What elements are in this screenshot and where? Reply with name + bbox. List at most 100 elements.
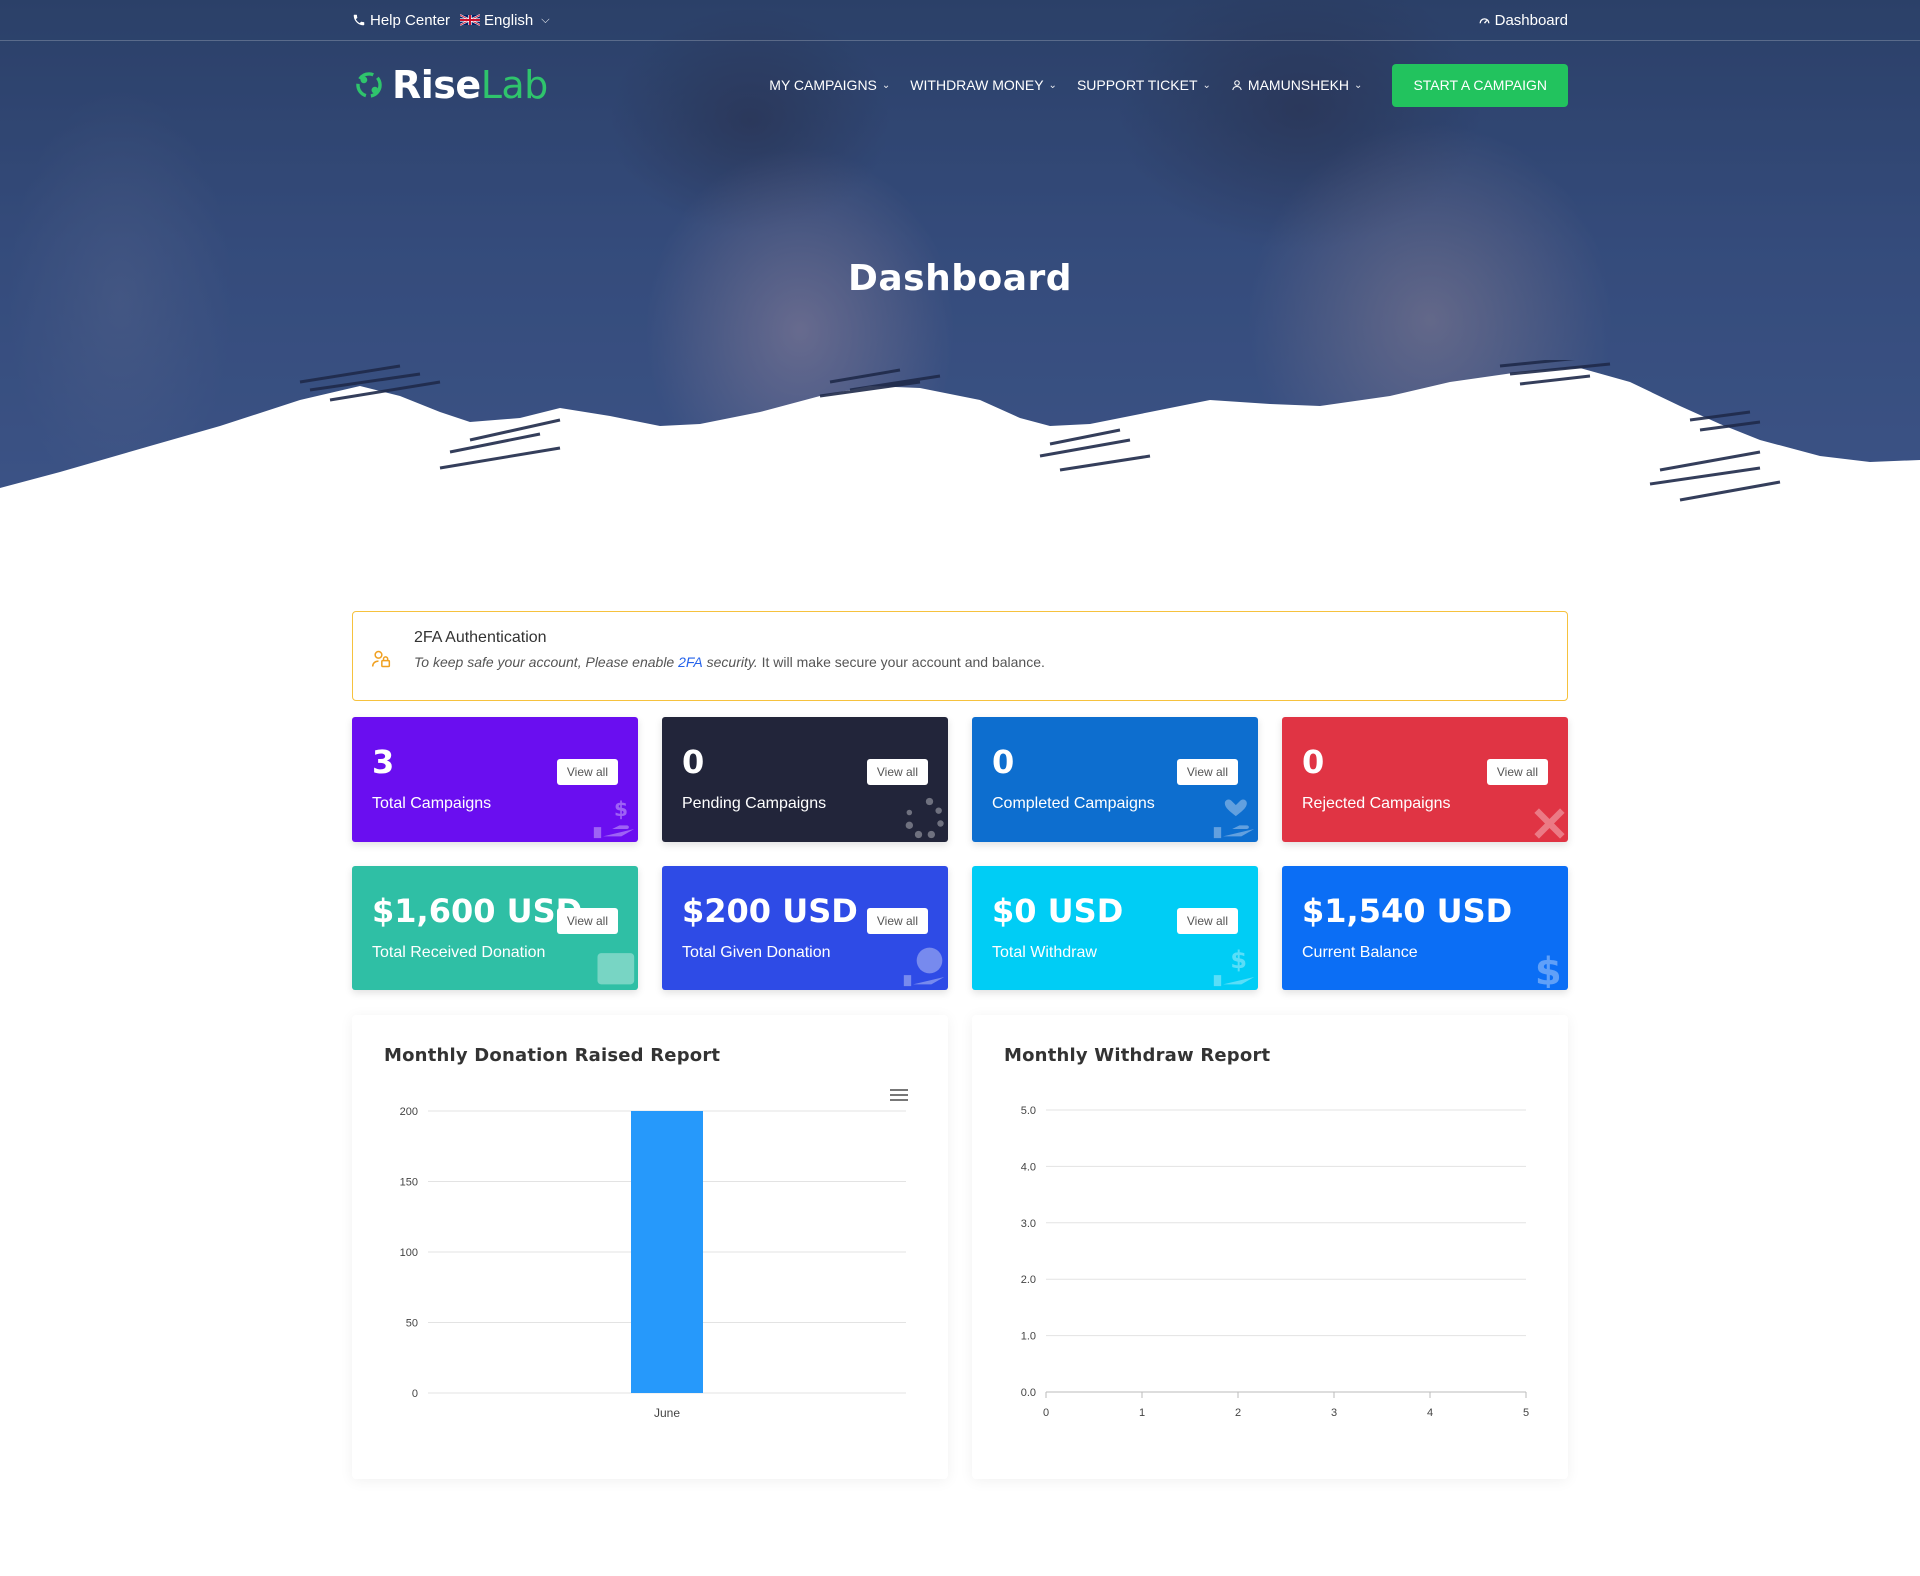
chevron-down-icon: ⌄ <box>881 79 891 91</box>
card-value: 0 <box>992 743 1015 781</box>
y-tick-label: 1.0 <box>1021 1331 1036 1343</box>
alert-text-before: To keep safe your account, Please enable <box>414 654 675 670</box>
hand-dollar-icon: $ <box>1213 946 1255 987</box>
svg-text:$: $ <box>1535 949 1562 988</box>
page-title: Dashboard <box>847 258 1073 299</box>
y-tick-label: 5.0 <box>1021 1105 1036 1117</box>
view-all-button[interactable]: View all <box>556 759 618 785</box>
card-current-balance: $1,540 USD Current Balance $ <box>1282 866 1568 990</box>
enable-2fa-link[interactable]: 2FA <box>678 654 703 670</box>
card-total-withdraw: $0 USD Total Withdraw View all $ <box>972 866 1258 990</box>
wallet-icon <box>597 953 635 985</box>
alert-text-after: It will make secure your account and bal… <box>761 654 1045 670</box>
svg-text:$: $ <box>614 797 628 821</box>
chevron-down-icon: ⌵ <box>541 13 550 26</box>
card-completed-campaigns: 0 Completed Campaigns View all <box>972 717 1258 842</box>
dollar-icon: $ <box>1535 949 1562 988</box>
view-all-button[interactable]: View all <box>866 908 928 934</box>
x-tick-label: 1 <box>1139 1407 1145 1419</box>
user-icon <box>1232 80 1242 91</box>
language-label: English <box>484 11 534 29</box>
chevron-down-icon: ⌄ <box>1202 79 1211 91</box>
card-total-given-donation: $200 USD Total Given Donation View all <box>662 866 948 990</box>
hero-banner: Help Center English ⌵ Dashboard RiseLab … <box>0 0 1920 540</box>
card-value: $1,540 USD <box>1302 892 1513 930</box>
card-value: 3 <box>372 743 395 781</box>
withdraw-chart: 0.0 1.0 2.0 3.0 4.0 5.0 0 1 2 3 4 5 <box>1021 1105 1529 1419</box>
view-all-button[interactable]: View all <box>1176 759 1238 785</box>
withdraw-chart-panel: Monthly Withdraw Report 0.0 1.0 2.0 3.0 4.0 5… <box>972 1015 1568 1479</box>
spinner-icon <box>905 797 944 839</box>
phone-icon <box>353 14 365 26</box>
card-pending-campaigns: 0 Pending Campaigns View all <box>662 717 948 842</box>
user-lock-icon <box>371 650 391 668</box>
card-label: Completed Campaigns <box>992 795 1155 812</box>
hand-money-icon: $ <box>593 797 635 839</box>
hand-heart-icon <box>1213 799 1255 839</box>
card-value: 0 <box>682 743 705 781</box>
alert-description: To keep safe your account, Please enable… <box>414 654 1045 670</box>
gauge-icon <box>1479 17 1490 24</box>
card-label: Current Balance <box>1302 944 1418 961</box>
nav-user-menu[interactable]: MAMUNSHEKH ⌄ <box>1231 77 1363 93</box>
card-rejected-campaigns: 0 Rejected Campaigns View all <box>1282 717 1568 842</box>
nav-user-label: MAMUNSHEKH <box>1247 77 1350 93</box>
donation-chart: 0 50 100 150 200 June <box>400 1106 906 1420</box>
bar <box>631 1111 703 1393</box>
chevron-down-icon: ⌄ <box>1354 79 1363 91</box>
y-tick-label: 2.0 <box>1021 1274 1036 1286</box>
chevron-down-icon: ⌄ <box>1048 79 1057 91</box>
card-label: Total Campaigns <box>372 795 492 812</box>
nav-menu: MY CAMPAIGNS ⌄ WITHDRAW MONEY ⌄ SUPPORT TI… <box>769 63 1568 107</box>
dashboard-link-label: Dashboard <box>1494 11 1568 29</box>
view-all-button[interactable]: View all <box>1176 908 1238 934</box>
main-navbar: RiseLab MY CAMPAIGNS ⌄ WITHDRAW MONEY ⌄ SU… <box>352 60 1568 110</box>
nav-my-campaigns[interactable]: MY CAMPAIGNS ⌄ <box>769 77 890 93</box>
close-icon <box>1534 808 1565 839</box>
donation-chart-panel: Monthly Donation Raised Report 0 50 100 150… <box>352 1015 948 1479</box>
twofa-alert: 2FA Authentication To keep safe your acc… <box>352 611 1568 701</box>
card-label: Total Received Donation <box>372 944 546 961</box>
y-tick-label: 50 <box>406 1318 418 1330</box>
language-selector[interactable]: English ⌵ <box>460 12 550 29</box>
card-label: Pending Campaigns <box>682 795 827 812</box>
logo-rise: Rise <box>392 63 481 107</box>
nav-my-campaigns-label: MY CAMPAIGNS <box>769 77 877 93</box>
y-tick-label: 100 <box>400 1247 418 1259</box>
card-value: 0 <box>1302 743 1325 781</box>
y-tick-label: 200 <box>400 1106 418 1118</box>
alert-text-italic-after: security. <box>706 654 758 670</box>
view-all-button[interactable]: View all <box>866 759 928 785</box>
y-tick-label: 0 <box>412 1388 418 1400</box>
uk-flag-icon <box>460 14 481 26</box>
x-tick-label: 4 <box>1427 1407 1433 1419</box>
nav-support-ticket[interactable]: SUPPORT TICKET ⌄ <box>1077 77 1211 93</box>
help-center-link[interactable]: Help Center <box>352 12 450 29</box>
stat-cards: 3 Total Campaigns View all $ 0 Pending C… <box>352 717 1568 990</box>
help-center-label: Help Center <box>370 11 451 29</box>
x-tick-label: June <box>654 1406 680 1420</box>
x-tick-label: 3 <box>1331 1407 1337 1419</box>
nav-withdraw-money[interactable]: WITHDRAW MONEY ⌄ <box>910 77 1057 93</box>
card-value: $1,600 USD <box>372 892 583 930</box>
x-tick-label: 2 <box>1235 1407 1241 1419</box>
card-value: $0 USD <box>992 892 1124 930</box>
start-campaign-button[interactable]: START A CAMPAIGN <box>1392 63 1568 107</box>
brush-divider <box>0 360 1920 540</box>
card-total-campaigns: 3 Total Campaigns View all $ <box>352 717 638 842</box>
y-tick-label: 3.0 <box>1021 1218 1036 1230</box>
card-value: $200 USD <box>682 892 858 930</box>
card-total-received-donation: $1,600 USD Total Received Donation View … <box>352 866 638 990</box>
x-tick-label: 0 <box>1043 1407 1049 1419</box>
card-label: Total Withdraw <box>992 944 1097 961</box>
view-all-button[interactable]: View all <box>556 908 618 934</box>
dashboard-link[interactable]: Dashboard <box>1478 12 1568 29</box>
logo[interactable]: RiseLab <box>352 63 548 107</box>
card-label: Total Given Donation <box>682 944 831 961</box>
logo-lab: Lab <box>480 63 549 107</box>
y-tick-label: 0.0 <box>1021 1387 1036 1399</box>
logo-mark-icon <box>356 72 382 98</box>
coin-hand-icon <box>903 947 945 987</box>
view-all-button[interactable]: View all <box>1486 759 1548 785</box>
logo-text: RiseLab <box>392 63 548 107</box>
